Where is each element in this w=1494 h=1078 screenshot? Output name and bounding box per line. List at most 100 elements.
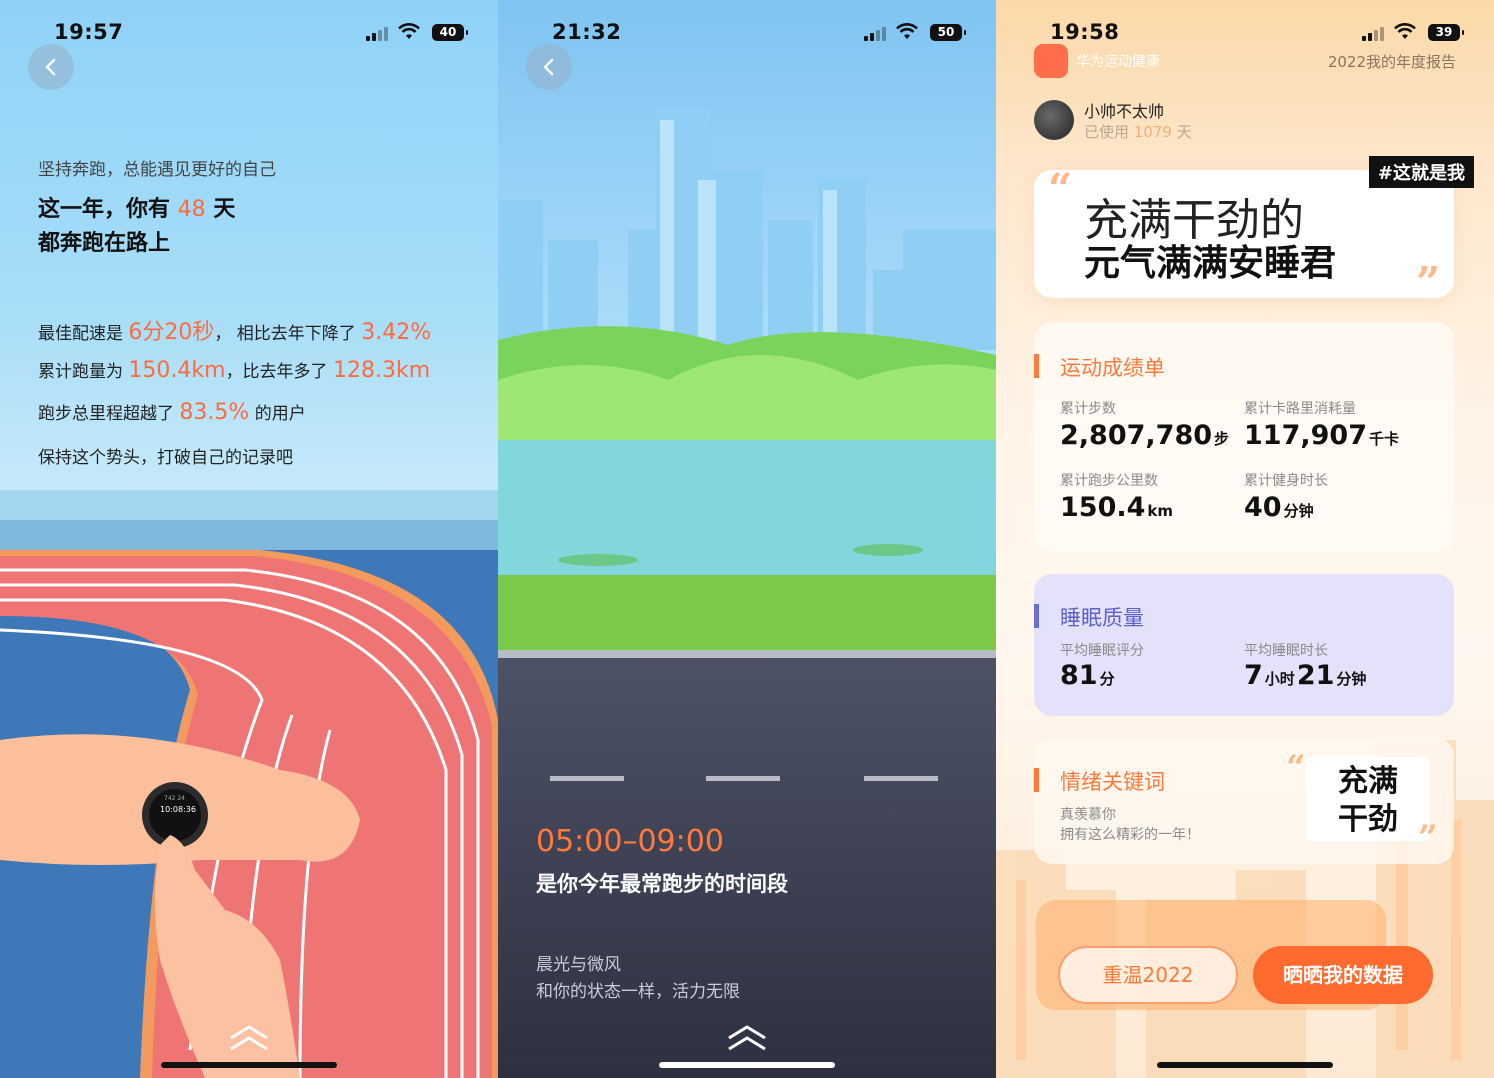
report-title: 2022我的年度报告 xyxy=(1327,53,1456,71)
home-indicator[interactable] xyxy=(1157,1062,1333,1068)
quote-close-icon: ” xyxy=(1416,258,1441,307)
replay-2022-button[interactable]: 重温2022 xyxy=(1058,946,1238,1004)
sleep-duration-label: 平均睡眠时长 xyxy=(1244,643,1328,659)
headline-prefix: 这一年，你有 xyxy=(38,197,178,222)
sleep-score-number: 81 xyxy=(1060,660,1098,691)
rank-stat: 跑步总里程超越了 83.5% 的用户 xyxy=(38,399,306,425)
status-bar: 19:57 40 xyxy=(0,18,498,48)
watch-text-2: 742 24 xyxy=(164,795,185,802)
calories-value: 117,907 千卡 xyxy=(1244,420,1401,451)
persona-line-2: 元气满满安睡君 xyxy=(1084,243,1337,284)
signal-icon xyxy=(1362,27,1384,41)
signal-icon xyxy=(366,27,388,41)
sleep-score-unit: 分 xyxy=(1099,670,1115,688)
wifi-icon xyxy=(896,23,918,39)
steps-value: 2,807,780 步 xyxy=(1060,420,1231,451)
section-bar xyxy=(1034,768,1039,792)
run-distance-unit: km xyxy=(1147,502,1174,520)
signal-icon xyxy=(864,27,886,41)
usage-days: 已使用 1079 天 xyxy=(1084,121,1192,142)
swipe-up-icon[interactable] xyxy=(725,1024,769,1052)
running-time-panel: 21:32 50 05:00–09:00 是你今年最常跑步的时间段 晨光与微风 … xyxy=(498,0,996,1078)
usage-suffix: 天 xyxy=(1171,123,1192,141)
app-logo-icon xyxy=(1034,44,1068,78)
pace-drop: 3.42% xyxy=(361,320,432,345)
running-days-panel: 19:57 40 坚持奔跑，总能遇见更好的自己 这一年，你有 48 天 都奔跑在… xyxy=(0,0,498,1078)
brand-name: 华为运动健康 xyxy=(1076,54,1160,70)
back-arrow-icon xyxy=(543,58,554,76)
username: 小帅不太帅 xyxy=(1084,102,1165,121)
sleep-score-label: 平均睡眠评分 xyxy=(1060,643,1144,659)
persona-card: 充满干劲的 元气满满安睡君 xyxy=(1034,170,1454,298)
fitness-time-number: 40 xyxy=(1244,492,1282,523)
share-data-button[interactable]: 晒晒我的数据 xyxy=(1253,946,1433,1004)
sleep-card: 睡眠质量 平均睡眠评分 81 分 平均睡眠时长 7 小时21 分钟 xyxy=(1034,574,1454,716)
sleep-hours: 7 xyxy=(1244,660,1263,691)
distance-mid: ，比去年多了 xyxy=(225,362,333,382)
run-distance-label: 累计跑步公里数 xyxy=(1060,473,1158,489)
subtitle-line-1: 晨光与微风 xyxy=(536,955,621,975)
back-button[interactable] xyxy=(526,44,572,90)
run-distance-number: 150.4 xyxy=(1060,492,1146,523)
swipe-up-icon[interactable] xyxy=(227,1024,271,1052)
wifi-icon xyxy=(398,23,420,39)
avatar[interactable] xyxy=(1034,100,1074,140)
rank-prefix: 跑步总里程超越了 xyxy=(38,404,180,424)
rank-suffix: 的用户 xyxy=(249,404,306,424)
pace-value: 6分20秒 xyxy=(128,320,215,345)
distance-stat: 累计跑量为 150.4km，比去年多了 128.3km xyxy=(38,357,430,383)
battery-icon: 39 xyxy=(1428,24,1464,41)
annual-report-panel: 19:58 39 华为运动健康 2022我的年度报告 小帅不太帅 已使用 107… xyxy=(996,0,1494,1078)
steps-number: 2,807,780 xyxy=(1060,420,1213,451)
mood-keyword-2: 干劲 xyxy=(1338,802,1398,837)
usage-days-value: 1079 xyxy=(1133,123,1172,141)
calories-unit: 千卡 xyxy=(1368,430,1399,448)
sleep-minutes-unit: 分钟 xyxy=(1336,670,1367,688)
wifi-icon xyxy=(1394,23,1416,39)
quote-open-icon: “ xyxy=(1048,164,1073,213)
running-time-range: 05:00–09:00 xyxy=(536,824,724,859)
quote-close-icon: ” xyxy=(1418,818,1438,858)
pace-stat: 最佳配速是 6分20秒， 相比去年下降了 3.42% xyxy=(38,314,431,346)
headline-suffix: 天 xyxy=(205,197,236,222)
city-lake-illustration xyxy=(498,108,996,1078)
back-button[interactable] xyxy=(28,44,74,90)
running-time-caption: 是你今年最常跑步的时间段 xyxy=(536,872,788,896)
distance-more: 128.3km xyxy=(332,358,431,383)
section-bar xyxy=(1034,604,1039,628)
motto-text: 保持这个势头，打破自己的记录吧 xyxy=(38,448,293,468)
pace-prefix: 最佳配速是 xyxy=(38,324,129,344)
fitness-time-unit: 分钟 xyxy=(1283,502,1314,520)
sports-card: 运动成绩单 累计步数 2,807,780 步 累计卡路里消耗量 117,907 千卡… xyxy=(1034,322,1454,552)
running-days: 48 xyxy=(177,197,206,222)
sleep-minutes: 21 xyxy=(1296,660,1335,691)
section-bar xyxy=(1034,354,1039,378)
subtitle-line-2: 和你的状态一样，活力无限 xyxy=(536,982,740,1002)
status-time: 19:57 xyxy=(54,20,124,44)
battery-icon: 50 xyxy=(930,24,966,41)
home-indicator[interactable] xyxy=(161,1062,337,1068)
battery-icon: 40 xyxy=(432,24,468,41)
intro-text: 坚持奔跑，总能遇见更好的自己 xyxy=(38,160,276,180)
running-track-illustration: 10:08:36 742 24 xyxy=(0,490,498,1078)
steps-unit: 步 xyxy=(1214,430,1230,448)
calories-number: 117,907 xyxy=(1244,420,1367,451)
sleep-hours-unit: 小时 xyxy=(1264,670,1295,688)
mood-keyword-1: 充满 xyxy=(1338,764,1398,799)
usage-prefix: 已使用 xyxy=(1084,123,1134,141)
status-time: 19:58 xyxy=(1050,20,1120,44)
mood-keyword-box: 充满 干劲 xyxy=(1306,757,1430,841)
mood-line-2: 拥有这么精彩的一年！ xyxy=(1060,827,1200,843)
sleep-title: 睡眠质量 xyxy=(1060,606,1144,630)
status-bar: 21:32 50 xyxy=(498,18,996,48)
quote-open-icon: “ xyxy=(1286,748,1306,788)
sports-title: 运动成绩单 xyxy=(1060,356,1165,380)
distance-value: 150.4km xyxy=(128,358,226,383)
headline-line2: 都奔跑在路上 xyxy=(38,231,171,256)
home-indicator[interactable] xyxy=(659,1062,835,1068)
watch-text-1: 10:08:36 xyxy=(160,805,196,814)
headline: 这一年，你有 48 天 都奔跑在路上 xyxy=(38,193,235,261)
sleep-duration-value: 7 小时21 分钟 xyxy=(1244,660,1368,691)
status-bar: 19:58 39 xyxy=(996,18,1494,48)
distance-prefix: 累计跑量为 xyxy=(38,362,129,382)
